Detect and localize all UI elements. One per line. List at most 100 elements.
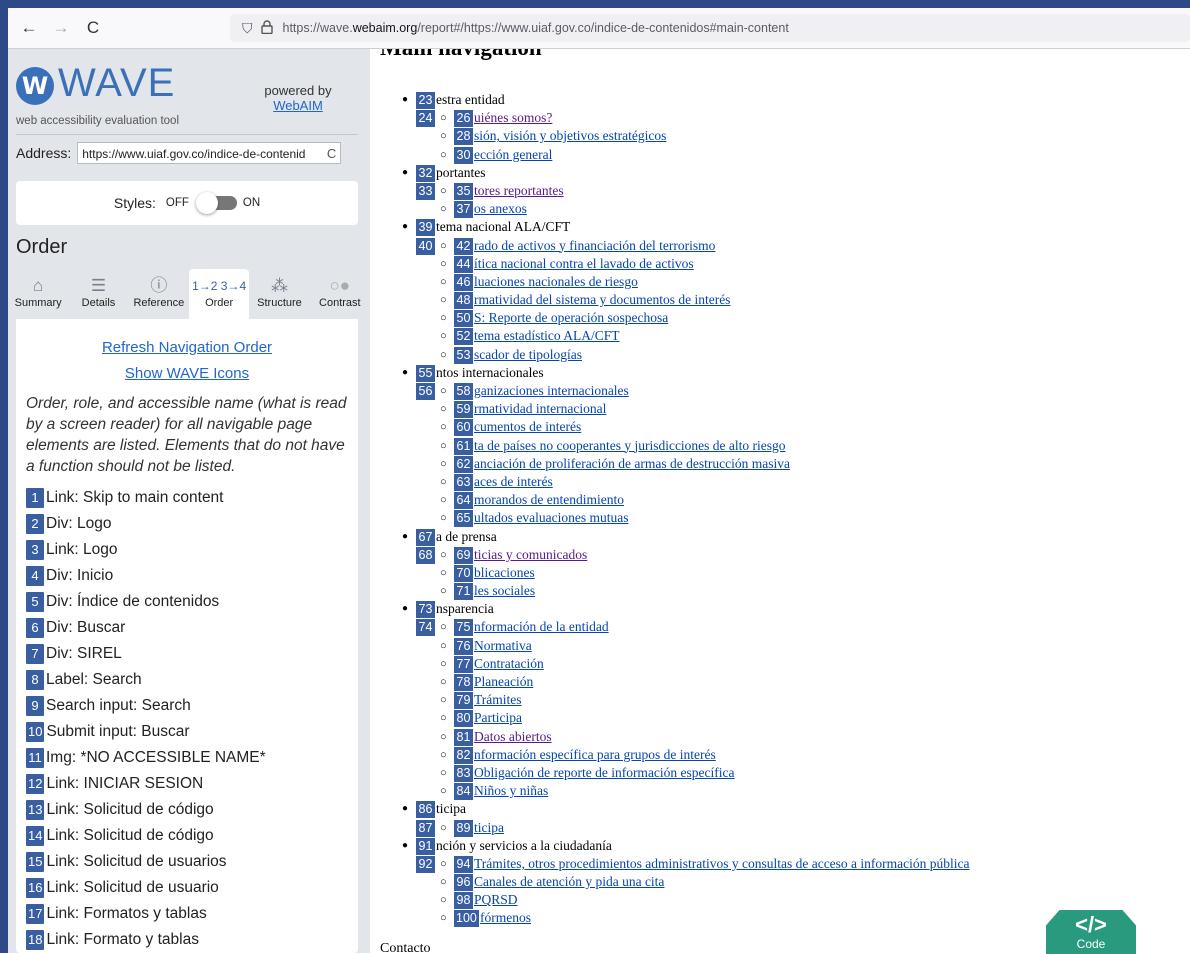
order-number-badge: 16 — [26, 878, 45, 898]
code-button[interactable]: </> Code — [1046, 910, 1136, 954]
nav-link[interactable]: Trámites, otros procedimientos administr… — [474, 855, 970, 873]
nav-link[interactable]: Datos abiertos — [474, 728, 552, 746]
nav-link[interactable]: uiénes somos? — [474, 109, 552, 127]
nav-link[interactable]: nformación de la entidad — [474, 618, 609, 636]
tab-details[interactable]: ☰ Details — [68, 269, 128, 319]
nav-section-item: ● 39 tema nacional ALA/CFT — [370, 218, 1170, 237]
order-number-badge: 13 — [26, 800, 45, 820]
wave-logo-area: W WAVE web accessibility evaluation tool… — [8, 49, 370, 135]
nav-link-item: ○ 53 scador de tipologías — [370, 346, 1170, 364]
forward-arrow-icon[interactable]: → — [48, 18, 74, 38]
nav-link[interactable]: ganizaciones internacionales — [474, 382, 629, 400]
order-item-text: Search input: Search — [46, 697, 191, 714]
nav-link[interactable]: ticipa — [474, 819, 504, 837]
wave-order-badge: 32 — [416, 164, 435, 182]
wave-order-badge: 30 — [454, 146, 473, 164]
toggle-knob[interactable] — [195, 192, 218, 214]
wave-order-badge: 52 — [454, 328, 473, 346]
tab-contrast[interactable]: ○● Contrast — [310, 269, 370, 319]
nav-link[interactable]: ticias y comunicados — [474, 546, 587, 564]
shield-icon[interactable]: ⛉ — [242, 20, 253, 37]
nav-section-item: ● 32 portantes — [370, 164, 1170, 182]
nav-link[interactable]: os anexos — [474, 200, 527, 218]
nav-link[interactable]: Niños y niñas — [474, 782, 548, 800]
wave-order-badge: 75 — [454, 619, 473, 637]
nav-link-item: ○ 33 35 tores reportantes — [370, 182, 1170, 200]
wave-tabs: ⌂ Summary ☰ Details ⓘ Reference 1→2 3→4 … — [8, 269, 370, 319]
info-icon: ⓘ — [150, 276, 168, 295]
nav-link[interactable]: tema estadístico ALA/CFT — [474, 327, 619, 345]
nav-link[interactable]: Trámites — [474, 691, 522, 709]
nav-link[interactable]: morandos de entendimiento — [474, 491, 624, 509]
address-input[interactable]: https://www.uiaf.gov.co/indice-de-conten… — [77, 142, 342, 164]
nav-link[interactable]: Planeación — [474, 673, 533, 691]
nav-link[interactable]: rado de activos y financiación del terro… — [474, 237, 715, 255]
tab-summary[interactable]: ⌂ Summary — [8, 269, 68, 319]
nav-link[interactable]: nformación específica para grupos de int… — [474, 746, 716, 764]
nav-link-item: ○ 83 Obligación de reporte de información … — [370, 764, 1170, 782]
nav-link[interactable]: Normativa — [474, 637, 532, 655]
order-list-item: 13 Link: Solicitud de código — [26, 797, 356, 823]
reload-icon[interactable]: C — [327, 143, 336, 163]
styles-toggle[interactable] — [195, 192, 237, 214]
nav-link[interactable]: tores reportantes — [474, 182, 564, 200]
nav-link[interactable]: ta de países no cooperantes y jurisdicci… — [474, 437, 786, 455]
nav-link[interactable]: Contratación — [474, 655, 544, 673]
bullet-icon: ○ — [440, 494, 447, 507]
tab-order[interactable]: 1→2 3→4 Order — [188, 269, 250, 319]
nav-link[interactable]: sión, visión y objetivos estratégicos — [474, 127, 666, 145]
nav-link[interactable]: rmatividad del sistema y documentos de i… — [474, 291, 730, 309]
order-item-text: Link: Solicitud de código — [46, 827, 214, 844]
nav-link[interactable]: aces de interés — [474, 473, 553, 491]
tab-reference[interactable]: ⓘ Reference — [129, 269, 189, 319]
nav-link-item: ○ 63 aces de interés — [370, 473, 1170, 491]
webaim-link[interactable]: WebAIM — [258, 98, 338, 113]
bullet-icon: ○ — [440, 730, 447, 743]
nav-link[interactable]: Canales de atención y pida una cita — [474, 873, 664, 891]
nav-link-item: ○ 48 rmatividad del sistema y documentos d… — [370, 291, 1170, 310]
nav-link-item: ○ 44 ítica nacional contra el lavado de ac… — [370, 255, 1170, 273]
bullet-icon: ● — [402, 166, 409, 178]
wave-order-badge: 86 — [416, 801, 435, 819]
order-list-item: 9 Search input: Search — [26, 693, 356, 719]
refresh-navigation-order-link[interactable]: Refresh Navigation Order — [16, 339, 358, 356]
wave-logo-subtitle: web accessibility evaluation tool — [16, 115, 180, 127]
address-bar[interactable]: ⛉ https://wave.webaim.org/report#/https:… — [230, 14, 1190, 42]
nav-link[interactable]: ítica nacional contra el lavado de activ… — [474, 255, 694, 273]
wave-order-badge: 70 — [454, 564, 473, 582]
nav-section-label: tema nacional ALA/CFT — [436, 219, 571, 235]
nav-link[interactable]: fórmenos — [480, 909, 531, 927]
nav-link[interactable]: anciación de proliferación de armas de d… — [474, 455, 790, 473]
wave-order-badge: 87 — [416, 819, 435, 837]
show-wave-icons-link[interactable]: Show WAVE Icons — [16, 365, 358, 382]
order-item-text: Link: Solicitud de código — [46, 801, 214, 818]
order-list-item: 2 Div: Logo — [26, 511, 356, 537]
nav-link-item: ○ 96 Canales de atención y pida una cita — [370, 873, 1170, 892]
lock-icon[interactable] — [260, 19, 273, 37]
back-arrow-icon[interactable]: ← — [16, 18, 42, 38]
nav-link[interactable]: blicaciones — [474, 564, 535, 582]
nav-link[interactable]: Participa — [474, 709, 522, 727]
wave-order-badge: 62 — [454, 455, 473, 473]
nav-link[interactable]: rmatividad internacional — [474, 400, 606, 418]
nav-link[interactable]: PQRSD — [474, 891, 518, 909]
tab-structure[interactable]: ⁂ Structure — [249, 269, 309, 319]
bullet-icon: ○ — [440, 912, 447, 925]
order-number-badge: 12 — [26, 774, 45, 794]
nav-link[interactable]: les sociales — [474, 582, 535, 600]
nav-link[interactable]: luaciones nacionales de riesgo — [474, 273, 638, 291]
nav-link[interactable]: ultados evaluaciones mutuas — [474, 509, 628, 527]
nav-link-item: ○ 84 Niños y niñas — [370, 782, 1170, 801]
structure-icon: ⁂ — [270, 276, 288, 295]
wave-order-badge: 94 — [454, 855, 473, 873]
nav-link[interactable]: Obligación de reporte de información esp… — [474, 764, 735, 782]
nav-link[interactable]: ección general — [474, 146, 552, 164]
nav-link[interactable]: cumentos de interés — [474, 418, 581, 436]
url-domain: webaim.org — [352, 21, 418, 35]
order-list-item: 1 Link: Skip to main content — [26, 485, 356, 511]
url-text[interactable]: https://wave.webaim.org/report#/https://… — [283, 21, 789, 35]
nav-section-label: estra entidad — [436, 92, 505, 107]
nav-link[interactable]: scador de tipologías — [474, 346, 582, 364]
reload-icon[interactable]: C — [80, 18, 106, 38]
nav-link[interactable]: S: Reporte de operación sospechosa — [474, 309, 668, 327]
